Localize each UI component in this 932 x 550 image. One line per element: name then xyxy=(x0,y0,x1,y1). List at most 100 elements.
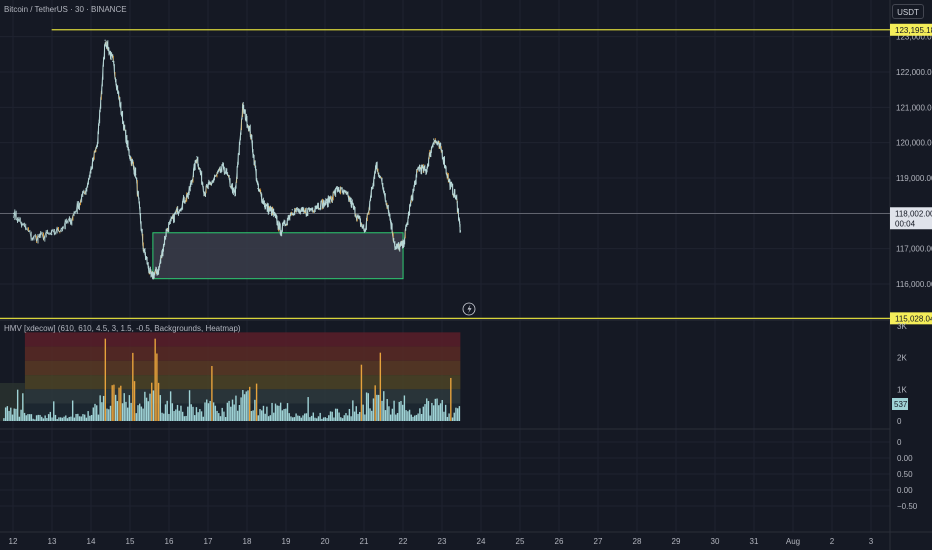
volume-bar xyxy=(429,415,431,421)
countdown-label: 00:04 xyxy=(895,219,916,228)
volume-bar xyxy=(391,408,394,421)
volume-bar xyxy=(420,413,423,421)
volume-bar xyxy=(267,416,270,421)
volume-bar xyxy=(321,418,323,421)
volume-bar xyxy=(166,400,168,421)
volume-bar xyxy=(331,411,333,421)
volume-bar xyxy=(108,409,110,421)
volume-bar xyxy=(94,403,96,421)
volume-bar xyxy=(3,418,5,421)
price-tick-label: 116,000.00 xyxy=(896,280,932,289)
volume-bar xyxy=(238,404,241,421)
volume-bar xyxy=(324,417,327,421)
currency-button[interactable]: USDT xyxy=(892,4,924,19)
price-tick-label: 121,000.00 xyxy=(896,103,932,112)
price-axis: 122,000.00 121,000.00 120,000.00 119,000.00… xyxy=(890,23,932,325)
volume-bar xyxy=(388,406,390,421)
volume-bar xyxy=(185,415,187,421)
price-point xyxy=(303,212,305,214)
price-point xyxy=(394,248,397,250)
volume-bar xyxy=(214,405,217,421)
price-point xyxy=(375,163,377,165)
volume-bar xyxy=(85,417,88,421)
volume-bar xyxy=(83,414,86,421)
volume-bar xyxy=(140,406,143,421)
volume-bar xyxy=(410,414,412,421)
price-point xyxy=(51,233,53,236)
volume-bar xyxy=(149,393,151,421)
volume-bar xyxy=(6,406,9,421)
volume-bar xyxy=(125,401,127,421)
volume-bar xyxy=(274,403,277,421)
volume-bar xyxy=(379,352,382,421)
volume-bar xyxy=(367,393,370,421)
volume-bar xyxy=(235,395,237,421)
price-tick-label: 119,000.00 xyxy=(896,174,932,183)
price-point xyxy=(104,39,106,41)
volume-bar xyxy=(350,416,352,421)
volume-bar xyxy=(381,400,383,421)
volume-bar xyxy=(137,405,139,421)
volume-bar xyxy=(157,382,160,421)
volume-bar xyxy=(23,412,26,421)
volume-bar xyxy=(285,408,287,421)
price-point xyxy=(165,230,167,232)
volume-tick-label: 3K xyxy=(897,322,907,331)
volume-bar xyxy=(192,406,194,421)
volume-bar xyxy=(314,417,316,421)
time-tick-label: 24 xyxy=(477,537,486,546)
volume-bar xyxy=(262,405,265,421)
volume-bar xyxy=(305,413,308,421)
price-point xyxy=(280,230,282,232)
volume-bar xyxy=(376,394,378,421)
price-point xyxy=(402,244,404,246)
volume-bar xyxy=(77,413,79,421)
price-point xyxy=(337,188,339,190)
volume-bar xyxy=(359,411,361,421)
volume-bar xyxy=(255,383,258,421)
volume-bar xyxy=(266,406,268,421)
volume-bar xyxy=(334,408,337,421)
volume-bar xyxy=(249,386,251,421)
volume-bar xyxy=(446,416,449,421)
volume-bar xyxy=(322,417,325,421)
volume-bar xyxy=(372,398,375,421)
volume-bar xyxy=(386,399,388,421)
volume-bar xyxy=(259,409,261,421)
volume-bar xyxy=(200,411,203,421)
volume-bar xyxy=(58,417,60,421)
volume-bar xyxy=(415,414,418,421)
volume-bar xyxy=(451,417,454,421)
volume-bar xyxy=(126,407,129,421)
volume-bar xyxy=(32,418,34,421)
volume-bar xyxy=(245,391,247,421)
volume-bar xyxy=(233,404,235,421)
volume-bar xyxy=(348,408,351,421)
volume-bar xyxy=(65,415,67,421)
volume-bar xyxy=(273,412,275,421)
volume-bar xyxy=(4,407,7,421)
volume-bar xyxy=(226,402,229,421)
oscillator-tick-label: 0.00 xyxy=(897,486,913,495)
volume-bar xyxy=(443,411,445,421)
volume-bar xyxy=(236,410,239,421)
volume-bar xyxy=(56,419,58,421)
chart-canvas[interactable]: 122,000.00 121,000.00 120,000.00 119,000.00… xyxy=(0,0,932,550)
price-point xyxy=(455,198,458,200)
volume-bar xyxy=(408,409,411,421)
volume-bar xyxy=(164,404,167,421)
volume-bar xyxy=(364,414,366,421)
volume-bar xyxy=(22,393,24,421)
price-tick-label: 117,000.00 xyxy=(896,245,932,254)
volume-bar xyxy=(47,414,50,421)
time-tick-label: 16 xyxy=(165,537,174,546)
volume-bar xyxy=(431,402,433,421)
time-tick-label: 3 xyxy=(869,537,874,546)
volume-bar xyxy=(279,402,282,421)
time-tick-label: 22 xyxy=(399,537,408,546)
volume-bar xyxy=(257,415,259,421)
volume-bar xyxy=(218,413,220,421)
volume-tick-label: 2K xyxy=(897,354,907,363)
volume-bar xyxy=(59,417,62,421)
volume-bar xyxy=(8,410,10,421)
